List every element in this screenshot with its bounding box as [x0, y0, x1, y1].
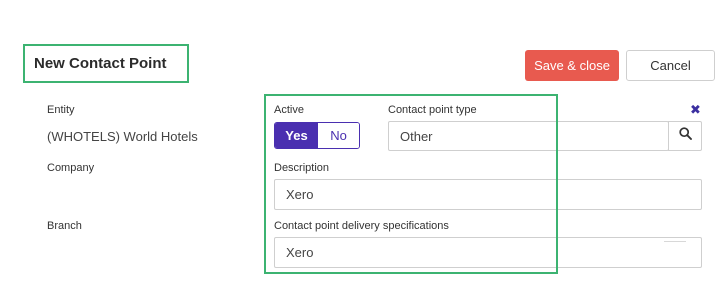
- description-field[interactable]: Xero: [274, 179, 702, 210]
- contact-point-type-label: Contact point type: [388, 104, 477, 116]
- save-close-button[interactable]: Save & close: [525, 50, 619, 81]
- page-title: New Contact Point: [23, 44, 189, 83]
- entity-value: (WHOTELS) World Hotels: [47, 129, 198, 144]
- active-yes-option[interactable]: Yes: [275, 123, 318, 148]
- page-title-text: New Contact Point: [34, 55, 167, 72]
- cancel-button[interactable]: Cancel: [626, 50, 715, 81]
- close-icon[interactable]: ✖: [690, 102, 701, 118]
- active-toggle[interactable]: Yes No: [274, 122, 360, 149]
- delivery-spec-field[interactable]: Xero: [274, 237, 702, 268]
- branch-label: Branch: [47, 220, 82, 232]
- search-icon: [678, 127, 692, 145]
- active-no-option[interactable]: No: [318, 123, 359, 148]
- delivery-spec-label: Contact point delivery specifications: [274, 220, 449, 232]
- company-label: Company: [47, 162, 95, 174]
- resize-handle: [664, 241, 686, 242]
- contact-point-type-value: Other: [400, 128, 433, 144]
- description-label: Description: [274, 162, 330, 174]
- contact-point-type-field[interactable]: Other: [388, 121, 669, 151]
- active-label: Active: [274, 104, 304, 116]
- contact-point-type-search-button[interactable]: [668, 121, 702, 151]
- delivery-spec-value: Xero: [286, 245, 314, 260]
- entity-label: Entity: [47, 104, 75, 116]
- description-value: Xero: [286, 187, 314, 202]
